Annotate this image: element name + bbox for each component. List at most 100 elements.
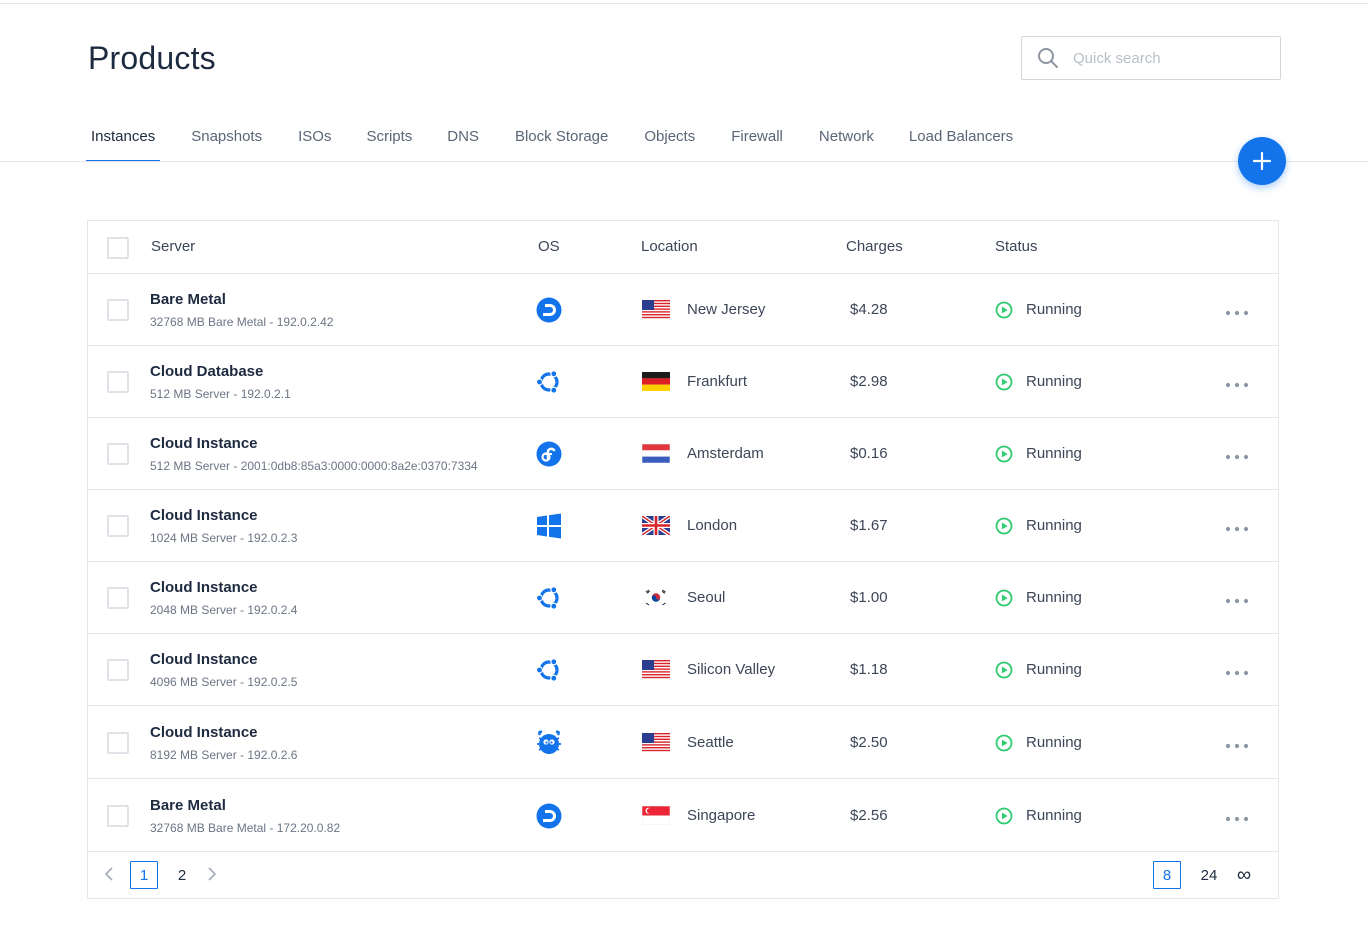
server-name[interactable]: Bare Metal bbox=[150, 797, 226, 814]
status-label: Running bbox=[1026, 445, 1082, 462]
running-status-icon bbox=[995, 373, 1013, 391]
us-flag-icon bbox=[642, 660, 670, 679]
tab-firewall[interactable]: Firewall bbox=[726, 110, 788, 162]
charges-value: $0.16 bbox=[850, 445, 888, 462]
running-status-icon bbox=[995, 445, 1013, 463]
column-server[interactable]: Server bbox=[151, 238, 195, 255]
debian-os-icon bbox=[536, 803, 562, 828]
table-row[interactable]: Bare Metal 32768 MB Bare Metal - 192.0.2.… bbox=[88, 274, 1278, 346]
server-detail: 1024 MB Server - 192.0.2.3 bbox=[150, 531, 298, 545]
tab-isos[interactable]: ISOs bbox=[293, 110, 336, 162]
tab-load-balancers[interactable]: Load Balancers bbox=[904, 110, 1018, 162]
de-flag-icon bbox=[642, 372, 670, 391]
server-name[interactable]: Bare Metal bbox=[150, 291, 226, 308]
running-status-icon bbox=[995, 517, 1013, 535]
ubuntu-os-icon bbox=[535, 586, 559, 610]
server-name[interactable]: Cloud Instance bbox=[150, 651, 258, 668]
location-label: Singapore bbox=[687, 806, 756, 824]
nl-flag-icon bbox=[642, 444, 670, 463]
more-options-icon[interactable] bbox=[1225, 309, 1249, 317]
table-row[interactable]: Cloud Instance 1024 MB Server - 192.0.2.3… bbox=[88, 490, 1278, 562]
ubuntu-os-icon bbox=[535, 370, 559, 394]
more-options-icon[interactable] bbox=[1225, 669, 1249, 677]
more-options-icon[interactable] bbox=[1225, 597, 1249, 605]
freebsd-os-icon bbox=[537, 730, 561, 754]
more-options-icon[interactable] bbox=[1225, 525, 1249, 533]
status-label: Running bbox=[1026, 733, 1082, 751]
running-status-icon bbox=[995, 661, 1013, 679]
more-options-icon[interactable] bbox=[1225, 453, 1249, 461]
server-detail: 2048 MB Server - 192.0.2.4 bbox=[150, 603, 298, 617]
location-label: Seattle bbox=[687, 733, 734, 751]
server-detail: 8192 MB Server - 192.0.2.6 bbox=[150, 747, 298, 762]
server-name[interactable]: Cloud Instance bbox=[150, 579, 258, 596]
server-detail: 4096 MB Server - 192.0.2.5 bbox=[150, 675, 298, 689]
page-size-8-button[interactable]: 8 bbox=[1153, 861, 1181, 889]
page-2-button[interactable]: 2 bbox=[168, 861, 196, 889]
table-header: Server OS Location Charges Status bbox=[88, 221, 1278, 274]
server-detail: 512 MB Server - 2001:0db8:85a3:0000:0000… bbox=[150, 459, 478, 473]
search-icon bbox=[1038, 48, 1058, 68]
server-name[interactable]: Cloud Instance bbox=[150, 724, 258, 741]
row-checkbox[interactable] bbox=[107, 587, 129, 609]
row-checkbox[interactable] bbox=[107, 804, 129, 827]
row-checkbox[interactable] bbox=[107, 371, 129, 393]
table-row[interactable]: Bare Metal 32768 MB Bare Metal - 172.20.0… bbox=[88, 779, 1278, 852]
us-flag-icon bbox=[642, 300, 670, 319]
more-options-icon[interactable] bbox=[1225, 742, 1249, 750]
server-name[interactable]: Cloud Database bbox=[150, 363, 263, 380]
more-options-icon[interactable] bbox=[1225, 381, 1249, 389]
page-title: Products bbox=[88, 40, 216, 76]
charges-value: $1.18 bbox=[850, 661, 888, 678]
row-checkbox[interactable] bbox=[107, 299, 129, 321]
tab-block-storage[interactable]: Block Storage bbox=[510, 110, 613, 162]
tab-instances[interactable]: Instances bbox=[86, 110, 161, 162]
plus-icon bbox=[1252, 151, 1272, 171]
location-label: New Jersey bbox=[687, 301, 766, 318]
server-name[interactable]: Cloud Instance bbox=[150, 507, 258, 524]
row-checkbox[interactable] bbox=[107, 443, 129, 465]
us-flag-icon bbox=[642, 732, 670, 752]
tab-scripts[interactable]: Scripts bbox=[361, 110, 417, 162]
chevron-right-icon[interactable] bbox=[204, 866, 218, 882]
charges-value: $4.28 bbox=[850, 301, 888, 318]
location-label: Silicon Valley bbox=[687, 661, 776, 678]
quick-search[interactable] bbox=[1021, 36, 1281, 80]
search-input[interactable] bbox=[1073, 49, 1263, 67]
column-charges[interactable]: Charges bbox=[846, 238, 903, 255]
column-os[interactable]: OS bbox=[538, 238, 560, 255]
table-row[interactable]: Cloud Instance 2048 MB Server - 192.0.2.4… bbox=[88, 562, 1278, 634]
more-options-icon[interactable] bbox=[1225, 815, 1249, 823]
column-location[interactable]: Location bbox=[641, 238, 698, 255]
tab-objects[interactable]: Objects bbox=[639, 110, 700, 162]
page-1-button[interactable]: 1 bbox=[130, 861, 158, 889]
table-row[interactable]: Cloud Instance 8192 MB Server - 192.0.2.6… bbox=[88, 706, 1278, 779]
top-divider bbox=[0, 3, 1368, 4]
ubuntu-os-icon bbox=[535, 658, 559, 682]
location-label: Frankfurt bbox=[687, 373, 748, 390]
server-detail: 32768 MB Bare Metal - 192.0.2.42 bbox=[150, 315, 334, 329]
charges-value: $2.98 bbox=[850, 373, 888, 390]
row-checkbox[interactable] bbox=[107, 659, 129, 681]
location-label: London bbox=[687, 517, 738, 534]
tabs-divider bbox=[0, 161, 1368, 162]
tab-snapshots[interactable]: Snapshots bbox=[186, 110, 267, 162]
product-tabs: Instances Snapshots ISOs Scripts DNS Blo… bbox=[86, 110, 1018, 162]
row-checkbox[interactable] bbox=[107, 731, 129, 754]
table-row[interactable]: Cloud Instance 512 MB Server - 2001:0db8:… bbox=[88, 418, 1278, 490]
select-all-checkbox[interactable] bbox=[107, 237, 129, 259]
column-status[interactable]: Status bbox=[995, 238, 1038, 255]
page-size-all-button[interactable]: ∞ bbox=[1230, 861, 1258, 889]
tab-dns[interactable]: DNS bbox=[442, 110, 484, 162]
status-label: Running bbox=[1026, 661, 1082, 678]
row-checkbox[interactable] bbox=[107, 515, 129, 537]
running-status-icon bbox=[995, 807, 1013, 824]
server-name[interactable]: Cloud Instance bbox=[150, 435, 258, 452]
table-row[interactable]: Cloud Database 512 MB Server - 192.0.2.1 F… bbox=[88, 346, 1278, 418]
table-row[interactable]: Cloud Instance 4096 MB Server - 192.0.2.5… bbox=[88, 634, 1278, 706]
status-label: Running bbox=[1026, 373, 1082, 390]
tab-network[interactable]: Network bbox=[814, 110, 879, 162]
add-product-button[interactable] bbox=[1238, 137, 1286, 185]
chevron-left-icon[interactable] bbox=[103, 866, 117, 882]
page-size-24-button[interactable]: 24 bbox=[1195, 861, 1223, 889]
